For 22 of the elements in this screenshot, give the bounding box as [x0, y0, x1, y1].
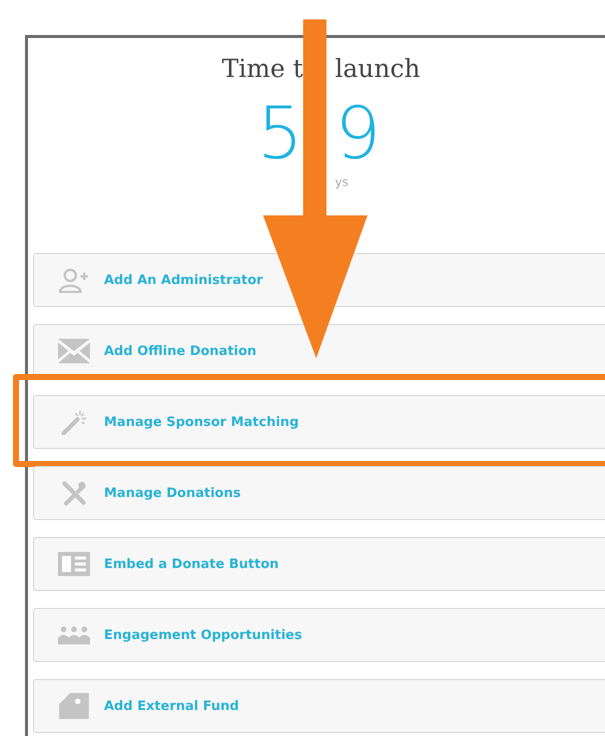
action-item[interactable]: Embed a Donate Button — [33, 537, 605, 591]
action-item[interactable]: Manage Sponsor Matching — [33, 395, 605, 449]
action-label: Manage Sponsor Matching — [104, 414, 299, 430]
action-item[interactable]: Add An Administrator — [33, 253, 605, 307]
action-label: Engagement Opportunities — [104, 628, 302, 642]
countdown-unit: ys — [335, 175, 348, 189]
action-label: Embed a Donate Button — [104, 556, 279, 572]
action-item[interactable]: Add External Fund — [33, 679, 605, 733]
layout-icon — [58, 551, 90, 577]
action-label: Add An Administrator — [104, 272, 263, 288]
tag-icon — [58, 693, 90, 719]
action-label: Add External Fund — [104, 698, 239, 714]
action-label: Manage Donations — [104, 486, 241, 500]
envelope-icon — [58, 338, 90, 364]
action-item[interactable]: Engagement Opportunities — [33, 608, 605, 662]
countdown-digit: 5 — [257, 93, 303, 173]
countdown-title: launch — [335, 54, 420, 83]
countdown-digit: 9 — [335, 93, 381, 173]
action-item[interactable]: Manage Donations — [33, 466, 605, 520]
countdown-title: Time t — [222, 54, 303, 83]
add-user-icon — [58, 267, 90, 293]
action-label: Add Offline Donation — [104, 344, 256, 358]
